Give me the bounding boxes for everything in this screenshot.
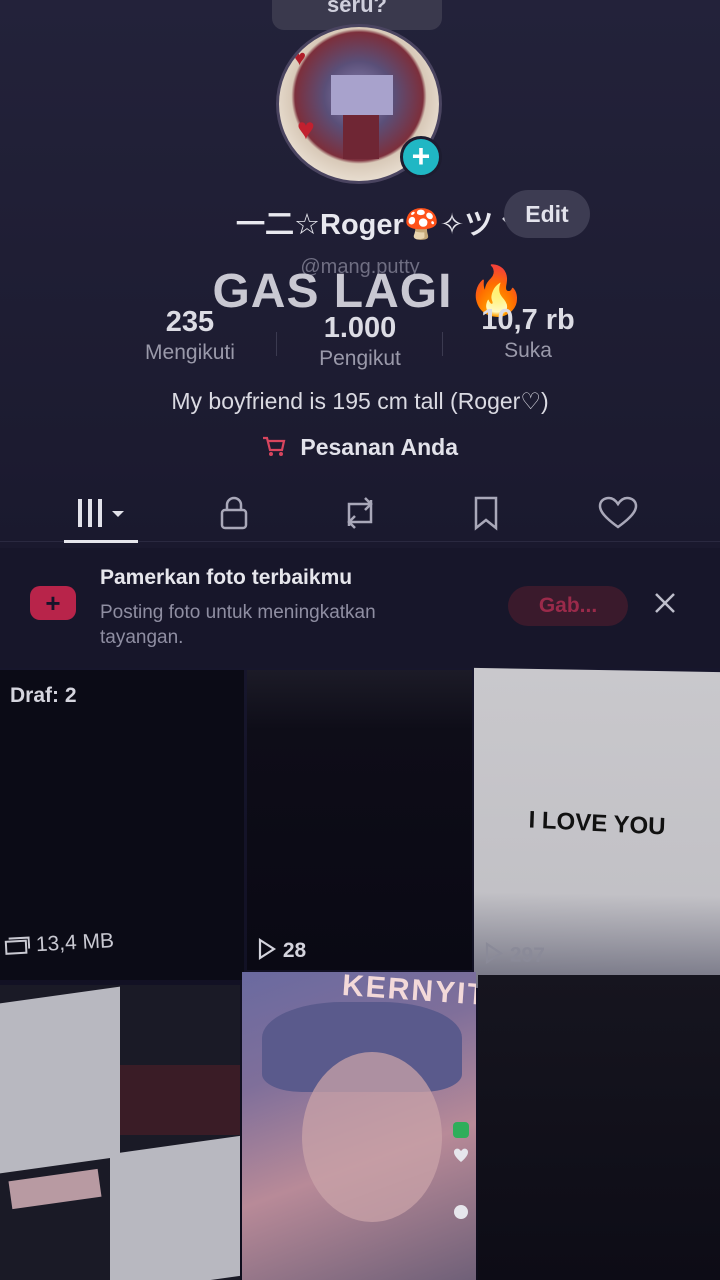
grid-icon [74, 492, 130, 528]
stat-divider [442, 332, 443, 356]
promo-join-button[interactable]: Gab... [508, 586, 628, 626]
tab-videos[interactable] [62, 484, 142, 540]
stat-likes-value: 10,7 rb [481, 304, 575, 336]
promo-subtitle: Posting foto untuk meningkatkan tayangan… [100, 602, 376, 648]
drafts-stack-icon [3, 933, 36, 958]
overlay-caption-text: GAS LAGI 🔥 [212, 265, 528, 318]
top-pill-label: seru? [327, 0, 387, 17]
photo-add-icon: + [30, 586, 76, 620]
stat-followers[interactable]: 1.000 Pengikut [300, 312, 420, 371]
close-icon[interactable] [652, 590, 678, 616]
active-tab-indicator [64, 540, 138, 543]
promo-title: Pamerkan foto terbaikmu [100, 566, 353, 589]
edit-profile-button[interactable]: Edit [504, 190, 590, 238]
orders-label: Pesanan Anda [300, 434, 459, 460]
avatar[interactable]: ♥ ♥ + [276, 24, 442, 184]
grid-item-video[interactable]: I LOVE YOU 297 [474, 667, 720, 993]
stat-following[interactable]: 235 Mengikuti [130, 306, 250, 365]
stat-followers-value: 1.000 [323, 312, 397, 344]
stat-divider [276, 332, 277, 356]
display-name-switcher[interactable]: 一二☆Roger🍄✧ツ [236, 200, 519, 244]
tab-saved[interactable] [446, 484, 526, 540]
view-count: 28 [257, 938, 306, 963]
stat-following-value: 235 [165, 306, 215, 338]
lock-icon [218, 492, 250, 529]
grid-item-video[interactable] [0, 985, 240, 1280]
orders-link[interactable]: Pesanan Anda [0, 434, 720, 461]
stat-following-label: Mengikuti [145, 341, 235, 364]
grid-item-video[interactable]: KERNYIT [242, 972, 476, 1280]
promo-button-label: Gab... [538, 594, 598, 617]
edit-button-label: Edit [525, 201, 569, 227]
play-icon [257, 938, 283, 962]
profile-tabs [0, 484, 720, 542]
cart-icon [262, 434, 292, 460]
draft-count: Draf: 2 [10, 684, 77, 707]
stat-likes-label: Suka [504, 339, 552, 362]
view-count-value: 297 [509, 943, 545, 968]
photo-promo-banner: + Pamerkan foto terbaikmu Posting foto u… [0, 548, 720, 668]
heart-icon [598, 492, 638, 529]
grid-item-video[interactable]: 28 [247, 670, 472, 970]
stat-likes[interactable]: 10,7 rb Suka [466, 304, 590, 363]
draft-size: 13,4 MB [3, 929, 115, 959]
repost-icon [341, 492, 379, 529]
grid-item-drafts[interactable]: Draf: 2 13,4 MB [0, 670, 244, 980]
view-count: 297 [484, 942, 545, 968]
grid-item-video[interactable] [478, 975, 720, 1280]
profile-bio: My boyfriend is 195 cm tall (Roger♡) [171, 388, 549, 414]
stat-followers-label: Pengikut [319, 347, 401, 370]
tab-reposts[interactable] [320, 484, 400, 540]
video-thumbnail-art [302, 1052, 442, 1222]
tab-liked[interactable] [578, 484, 658, 540]
video-caption: I LOVE YOU [528, 806, 666, 841]
display-name: 一二☆Roger🍄✧ツ [236, 209, 494, 241]
draft-size-value: 13,4 MB [35, 929, 115, 957]
bookmark-icon [472, 492, 500, 531]
play-icon [484, 942, 510, 966]
add-story-plus-icon[interactable]: + [400, 136, 442, 178]
view-count-value: 28 [282, 939, 307, 962]
tab-private[interactable] [194, 484, 274, 540]
